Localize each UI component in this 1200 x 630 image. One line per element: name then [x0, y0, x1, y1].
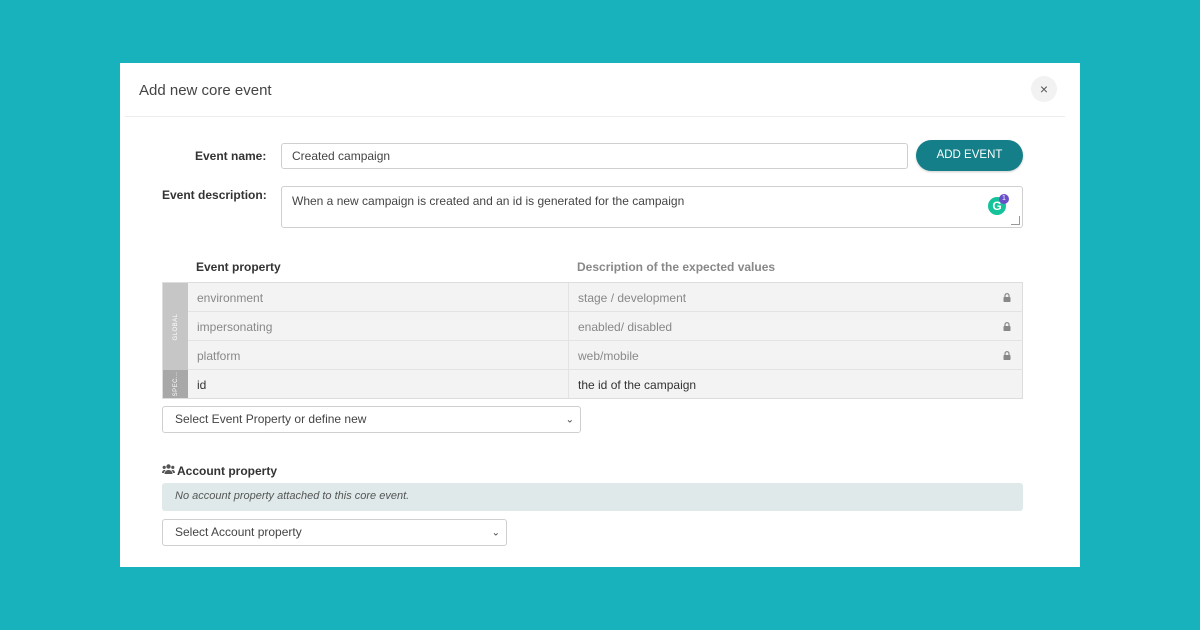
empty-message-text: No account property attached to this cor…: [175, 490, 410, 502]
add-event-button[interactable]: ADD EVENT: [916, 140, 1023, 171]
close-icon[interactable]: ×: [1031, 76, 1057, 102]
expected-values-header: Description of the expected values: [577, 260, 776, 274]
account-property-empty-message: No account property attached to this cor…: [162, 483, 1023, 511]
account-property-select[interactable]: Select Account property ⌄: [162, 519, 507, 546]
table-row: platform web/mobile: [188, 341, 1023, 370]
column-divider: [568, 283, 569, 311]
column-divider: [568, 341, 569, 369]
column-divider: [568, 370, 569, 398]
event-property-select-value: Select Event Property or define new: [175, 412, 367, 426]
lock-icon: [1003, 351, 1011, 360]
event-description-label: Event description:: [162, 188, 267, 202]
event-name-label: Event name:: [195, 149, 267, 163]
account-property-title: Account property: [177, 464, 278, 478]
property-description: enabled/ disabled: [578, 320, 673, 334]
modal-title: Add new core event: [139, 82, 272, 99]
group-label-specific: SPEC...: [163, 370, 188, 398]
grammarly-count-badge: 1: [999, 194, 1009, 204]
property-name: platform: [197, 349, 241, 363]
account-property-select-value: Select Account property: [175, 525, 302, 539]
modal-header: Add new core event ×: [120, 63, 1080, 116]
lock-icon: [1003, 322, 1011, 331]
event-description-value: When a new campaign is created and an id…: [292, 194, 685, 208]
table-row: environment stage / development: [188, 283, 1023, 312]
header-divider: [125, 116, 1065, 117]
property-description: stage / development: [578, 291, 687, 305]
resize-handle-icon[interactable]: [1011, 216, 1020, 225]
event-property-table: GLOBAL SPEC... environment stage / devel…: [162, 282, 1023, 399]
event-description-textarea[interactable]: When a new campaign is created and an id…: [281, 186, 1023, 228]
property-description: web/mobile: [578, 349, 639, 363]
property-name: impersonating: [197, 320, 273, 334]
group-label-global: GLOBAL: [163, 283, 188, 370]
add-core-event-modal: Add new core event × Event name: Created…: [120, 63, 1080, 567]
lock-icon: [1003, 293, 1011, 302]
chevron-down-icon: ⌄: [565, 414, 574, 425]
table-row[interactable]: id the id of the campaign: [188, 370, 1023, 398]
users-icon: [162, 464, 175, 474]
event-name-input[interactable]: Created campaign: [281, 143, 908, 169]
chevron-down-icon: ⌄: [491, 527, 500, 538]
property-description[interactable]: the id of the campaign: [578, 378, 696, 392]
event-property-select[interactable]: Select Event Property or define new ⌄: [162, 406, 581, 433]
property-name: environment: [197, 291, 264, 305]
table-row: impersonating enabled/ disabled: [188, 312, 1023, 341]
event-property-header: Event property: [196, 260, 281, 274]
column-divider: [568, 312, 569, 340]
property-name: id: [197, 378, 207, 392]
event-name-value: Created campaign: [292, 149, 391, 163]
